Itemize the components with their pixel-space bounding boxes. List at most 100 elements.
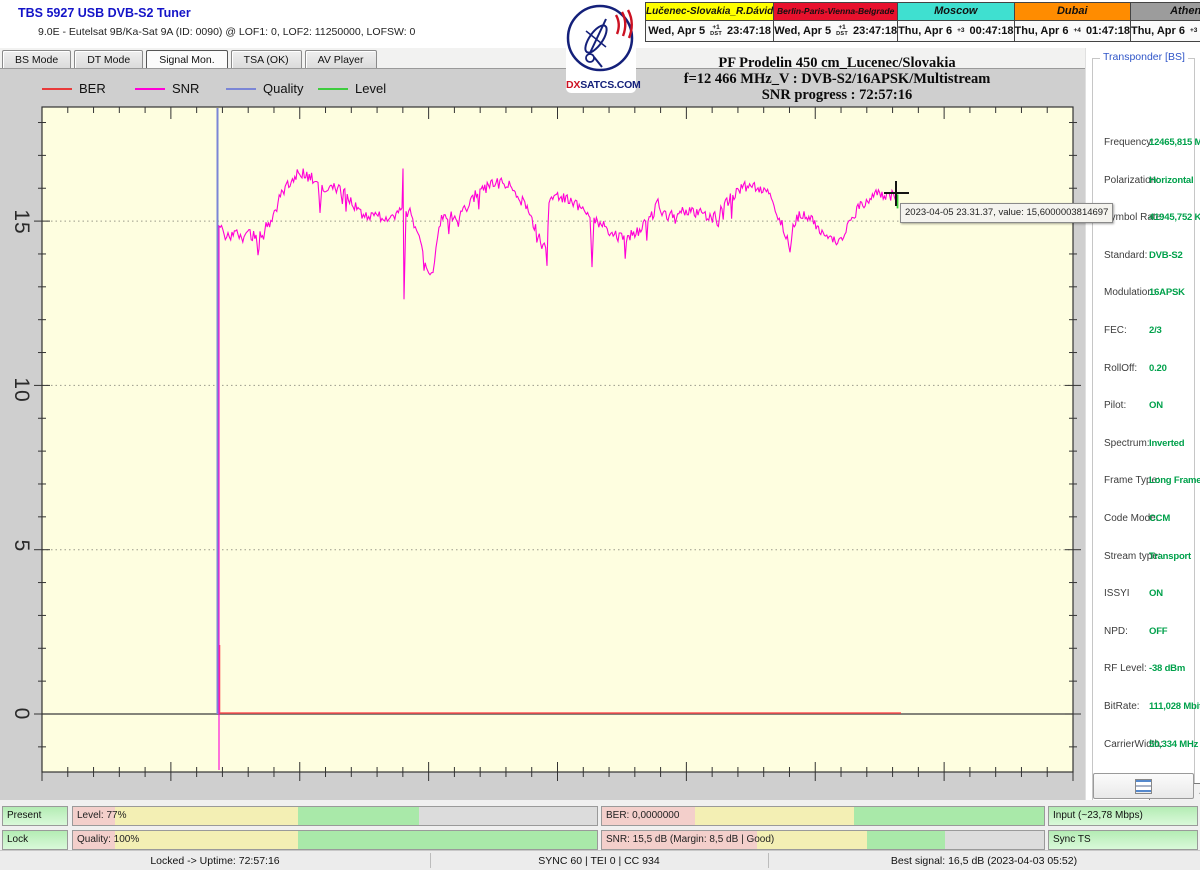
tp-row-label: Frequency: (1104, 137, 1155, 148)
clock-city: Berlin-Paris-Vienna-Belgrade (774, 3, 898, 21)
bar-segment (694, 807, 854, 825)
status-bar: Locked -> Uptime: 72:57:16 SYNC 60 | TEI… (0, 850, 1200, 870)
y-axis-label-0: 0 (10, 707, 33, 721)
clock-time: Thu, Apr 6 +3 00:47:18 (898, 21, 1014, 41)
clock-city: Moscow (898, 3, 1014, 21)
clock-moscow: Moscow Thu, Apr 6 +3 00:47:18 (897, 3, 1014, 41)
tp-row-label: BitRate: (1104, 701, 1140, 712)
lock-indicator: Lock (2, 830, 68, 850)
tp-row-value: 111,028 Mbit/s (1149, 701, 1200, 712)
tp-row-label: RF Level: (1104, 663, 1147, 675)
clock-time: Wed, Apr 5 +1 DST 23:47:18 (774, 21, 898, 41)
bar-label: Quality: 100% (77, 834, 140, 845)
clock-date: Wed, Apr 5 (648, 25, 706, 37)
satellite-dish-icon (566, 4, 634, 72)
bar-ber: BER: 0,0000000 (601, 806, 1045, 826)
tp-row-value: Transport (1149, 550, 1192, 562)
input-indicator: Input (~23,78 Mbps) (1048, 806, 1198, 826)
bar-level: Level: 77% (72, 806, 598, 826)
logo-text: DXSATCS.COM (566, 79, 641, 91)
clock-time-value: 00:47:18 (969, 25, 1014, 37)
bar-snr: SNR: 15,5 dB (Margin: 8,5 dB | Good) (601, 830, 1045, 850)
bar-segment (114, 831, 299, 849)
transponder-panel: Transponder [BS] Frequency:12465,815 MHz… (1085, 48, 1200, 810)
tp-row-value: 2/3 (1149, 325, 1162, 336)
signal-chart[interactable] (0, 70, 1085, 800)
bar-segment (853, 807, 1044, 825)
clock-date: Wed, Apr 5 (774, 25, 832, 37)
y-axis-label-10: 10 (10, 377, 33, 403)
tp-row-value: OFF (1149, 625, 1168, 637)
bar-segment (867, 831, 945, 849)
status-sync: SYNC 60 | TEI 0 | CC 934 (538, 855, 660, 867)
clock-date: Thu, Apr 6 (1130, 25, 1185, 37)
crosshair-cursor (895, 181, 897, 206)
world-clocks: Lučenec-Slovakia_R.Dávid Wed, Apr 5 +1 DST 2… (645, 2, 1200, 42)
tuner-subtitle: 9.0E - Eutelsat 9B/Ka-Sat 9A (ID: 0090) … (38, 26, 416, 38)
bar-segment (298, 831, 597, 849)
clock-tz: +1 DST (710, 24, 722, 37)
bar-segment (298, 807, 419, 825)
status-uptime: Locked -> Uptime: 72:57:16 (150, 855, 280, 867)
clock-time: Thu, Apr 6 +4 01:47:18 (1014, 21, 1130, 41)
tp-row-label: Spectrum: (1104, 437, 1150, 449)
clock-utc-offset: +3 (1189, 26, 1198, 34)
chart-title-line1: PF Prodelin 450 cm_Lucenec/Slovakia (718, 55, 956, 71)
tp-row-value: 41945,752 KS/s (1149, 212, 1200, 224)
clock-city: Lučenec-Slovakia_R.Dávid (646, 3, 774, 21)
tp-row-value: Horizontal (1149, 174, 1194, 186)
clock-berlin-paris-vienna-belgrade: Berlin-Paris-Vienna-Belgrade Wed, Apr 5 +1… (773, 3, 898, 41)
tp-row-label: FEC: (1104, 325, 1127, 336)
tp-row-value: Inverted (1149, 437, 1185, 449)
y-axis-label-15: 15 (10, 209, 33, 235)
tp-row-value: ON (1149, 588, 1163, 600)
tp-row-value: CCM (1149, 513, 1171, 524)
bar-label: BER: 0,0000000 (606, 810, 680, 821)
app-title: TBS 5927 USB DVB-S2 Tuner (18, 6, 191, 20)
clock-time: Wed, Apr 5 +1 DST 23:47:18 (646, 21, 774, 41)
chart-title-line3: SNR progress : 72:57:16 (761, 87, 913, 103)
clock-time: Thu, Apr 6+300:47:18 (1130, 21, 1200, 41)
tp-row-label: Modulation: (1104, 287, 1156, 299)
tp-row-value: 0.20 (1149, 362, 1167, 374)
tp-row-value: 50,334 MHz (1149, 738, 1199, 750)
clock-utc-offset: +4 (1073, 26, 1081, 34)
y-axis-label-5: 5 (10, 539, 33, 553)
transponder-groupbox: Transponder [BS] Frequency:12465,815 MHz… (1092, 51, 1200, 810)
clock-lu-enec-slovakia-r-d-vid: Lučenec-Slovakia_R.Dávid Wed, Apr 5 +1 DST 2… (646, 3, 774, 41)
tp-row-label: Pilot: (1104, 400, 1127, 412)
clock-city: Dubai (1014, 3, 1130, 21)
tp-row-value: 16APSK (1149, 287, 1185, 299)
tp-row-label: RollOff: (1104, 362, 1138, 374)
clock-time-value: 23:47:18 (726, 25, 772, 37)
stream-list-button[interactable] (1093, 773, 1194, 799)
status-best-signal: Best signal: 16,5 dB (2023-04-03 05:52) (890, 855, 1078, 867)
clock-time-value: 23:47:18 (853, 25, 898, 37)
bar-segment (114, 807, 299, 825)
chart-tooltip: 2023-04-05 23.31.37, value: 15,600000381… (900, 203, 1114, 223)
list-icon (1135, 778, 1152, 794)
tp-row-label: NPD: (1104, 625, 1128, 637)
clock-date: Thu, Apr 6 (898, 25, 953, 37)
clock-athens: AthensThu, Apr 6+300:47:18 (1129, 3, 1200, 41)
tp-row-value: -38 dBm (1149, 663, 1186, 675)
bar-quality: Quality: 100% (72, 830, 598, 850)
clock-tz: +3 (1189, 26, 1198, 35)
clock-date: Thu, Apr 6 (1014, 25, 1069, 37)
clock-city: Athens (1130, 3, 1200, 21)
bar-label: Level: 77% (77, 810, 127, 821)
clock-dubai: Dubai Thu, Apr 6 +4 01:47:18 (1013, 3, 1130, 41)
clock-tz: +3 (957, 27, 964, 35)
bar-label: SNR: 15,5 dB (Margin: 8,5 dB | Good) (606, 834, 775, 845)
clock-dst: DST (836, 30, 849, 37)
tp-row-label: Standard: (1104, 249, 1148, 261)
clock-dst: DST (710, 30, 722, 37)
clock-time-value: 01:47:18 (1085, 25, 1130, 37)
tuner-window: TBS 5927 USB DVB-S2 Tuner 9.0E - Eutelsa… (0, 0, 1200, 870)
chart-title-line2: f=12 466 MHz_V : DVB-S2/16APSK/Multistre… (683, 71, 991, 87)
tp-row-label: ISSYI (1104, 588, 1130, 600)
present-indicator: Present (2, 806, 68, 826)
tp-row-value: 12465,815 MHz (1149, 137, 1200, 148)
tp-row-value: DVB-S2 (1149, 249, 1183, 261)
dxsatcs-logo: DXSATCS.COM (566, 1, 641, 93)
